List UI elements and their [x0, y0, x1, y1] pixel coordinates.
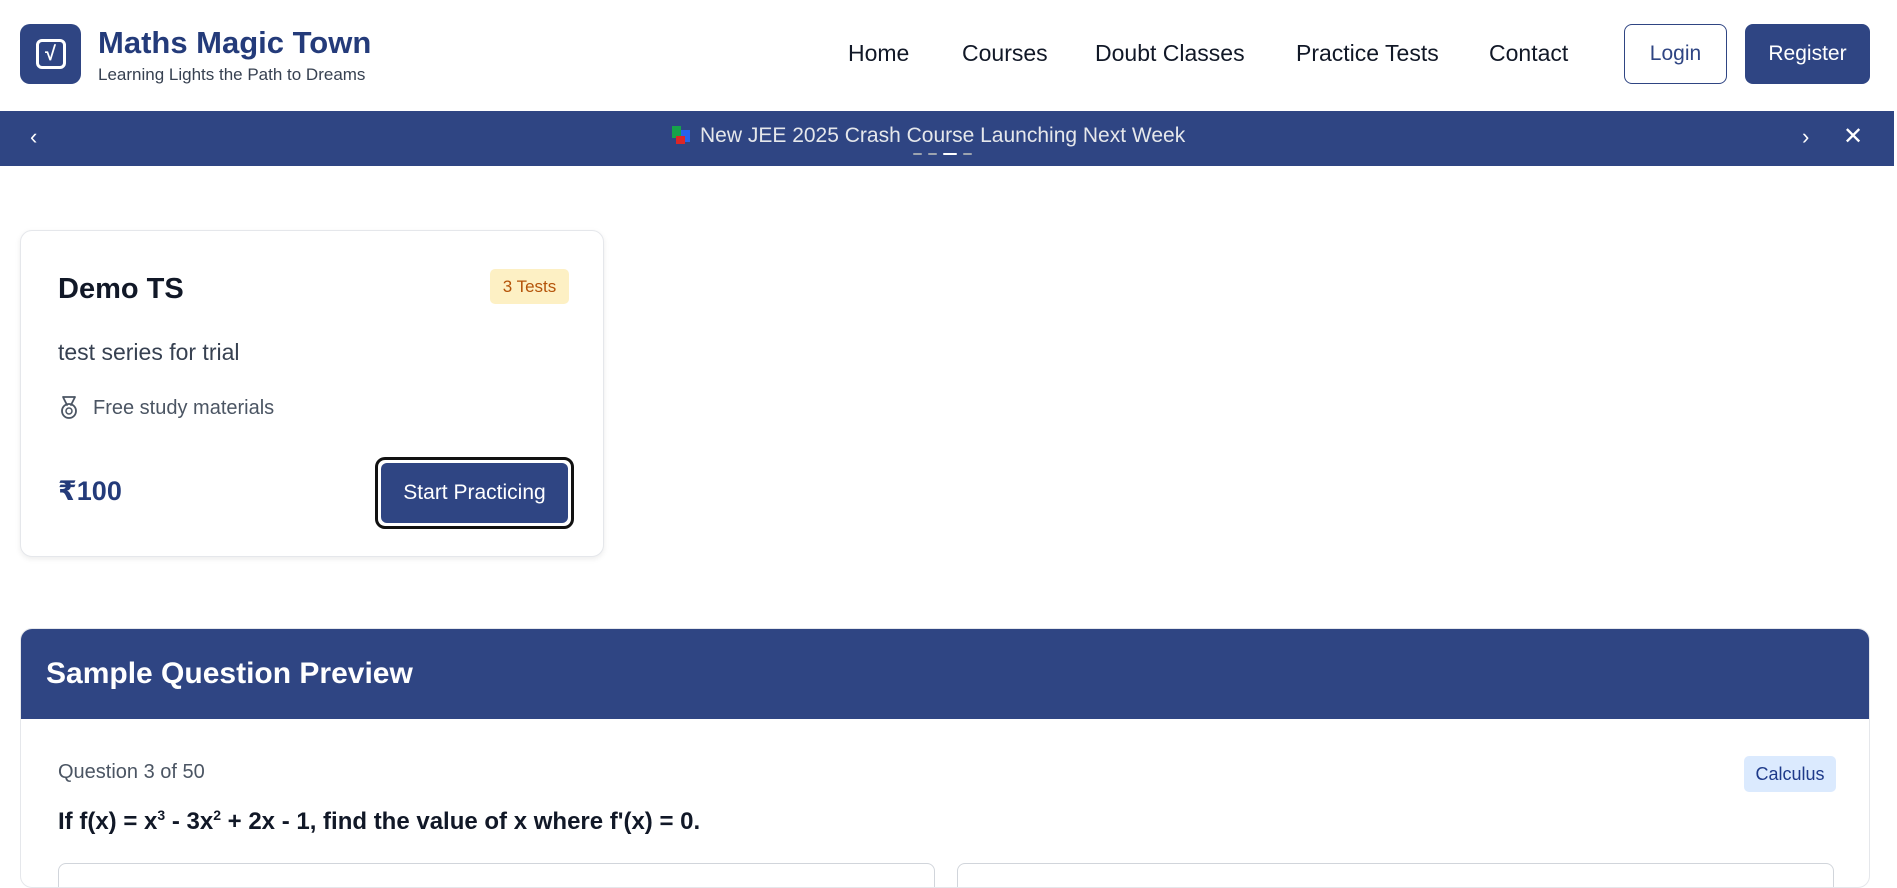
card-description: test series for trial — [58, 339, 240, 365]
slide-dot[interactable] — [928, 153, 937, 155]
slide-dot[interactable] — [913, 153, 922, 155]
register-button[interactable]: Register — [1745, 24, 1870, 84]
site-header: √ Maths Magic Town Learning Lights the P… — [0, 0, 1897, 111]
tests-count-badge: 3 Tests — [490, 269, 569, 304]
start-practicing-label: Start Practicing — [381, 463, 568, 523]
chevron-left-icon[interactable]: ‹ — [30, 125, 37, 149]
announcement-content[interactable]: New JEE 2025 Crash Course Launching Next… — [672, 124, 1185, 148]
topic-badge: Calculus — [1744, 756, 1836, 792]
question-counter: Question 3 of 50 — [58, 761, 205, 783]
brand-tagline: Learning Lights the Path to Dreams — [98, 65, 366, 84]
announcement-bar: ‹ New JEE 2025 Crash Course Launching Ne… — [0, 111, 1894, 166]
slide-dot[interactable] — [963, 153, 972, 155]
nav-item-practice-tests[interactable]: Practice Tests — [1296, 40, 1439, 67]
sample-question-panel: Sample Question Preview Question 3 of 50… — [20, 628, 1870, 888]
nav-item-doubt-classes[interactable]: Doubt Classes — [1095, 40, 1245, 67]
logo[interactable]: √ — [20, 24, 81, 84]
announcement-text: New JEE 2025 Crash Course Launching Next… — [700, 124, 1186, 147]
feature-label: Free study materials — [93, 396, 275, 419]
chevron-right-icon[interactable]: › — [1802, 125, 1809, 149]
question-text: If f(x) = x3 - 3x2 + 2x - 1, find the va… — [58, 807, 701, 835]
close-icon[interactable]: ✕ — [1843, 124, 1863, 150]
slide-indicators — [913, 153, 972, 155]
nav-item-home[interactable]: Home — [848, 40, 909, 67]
login-button[interactable]: Login — [1624, 24, 1727, 84]
price: ₹100 — [58, 476, 122, 506]
answer-option[interactable] — [58, 863, 935, 887]
test-series-card: Demo TS 3 Tests test series for trial Fr… — [20, 230, 604, 557]
slide-dot-active[interactable] — [943, 153, 957, 155]
medal-icon — [61, 396, 77, 419]
nav-item-contact[interactable]: Contact — [1489, 40, 1568, 67]
nav-item-courses[interactable]: Courses — [962, 40, 1048, 67]
brand-title[interactable]: Maths Magic Town — [98, 25, 371, 61]
answer-option[interactable] — [957, 863, 1834, 887]
start-practicing-button[interactable]: Start Practicing — [375, 457, 574, 529]
square-root-icon: √ — [35, 39, 66, 69]
card-title: Demo TS — [58, 273, 184, 305]
bookmark-icon — [672, 126, 690, 146]
card-feature: Free study materials — [58, 396, 274, 420]
sample-question-heading: Sample Question Preview — [21, 629, 1869, 719]
